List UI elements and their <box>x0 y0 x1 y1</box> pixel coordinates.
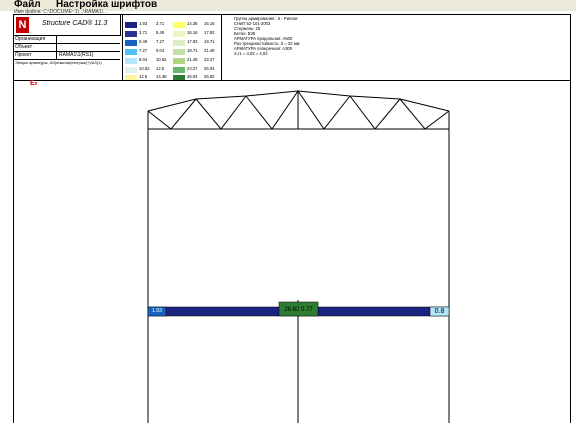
truss-web <box>424 110 450 130</box>
truss-web <box>399 98 426 130</box>
beam-left-label: 1.93 <box>152 308 162 314</box>
truss-web <box>374 98 401 130</box>
truss-web <box>271 90 299 130</box>
truss-web <box>220 95 247 130</box>
truss-web <box>195 98 222 130</box>
truss-web <box>245 95 273 130</box>
truss-web <box>349 95 376 130</box>
frame-drawing <box>147 90 450 423</box>
beam-center-label: 26.82 0.77 <box>284 307 313 313</box>
beam-right-label: 0.8 <box>434 308 445 315</box>
truss-web <box>147 110 172 130</box>
truss-web <box>297 90 325 130</box>
truss-web <box>170 98 197 130</box>
truss-web <box>323 95 351 130</box>
